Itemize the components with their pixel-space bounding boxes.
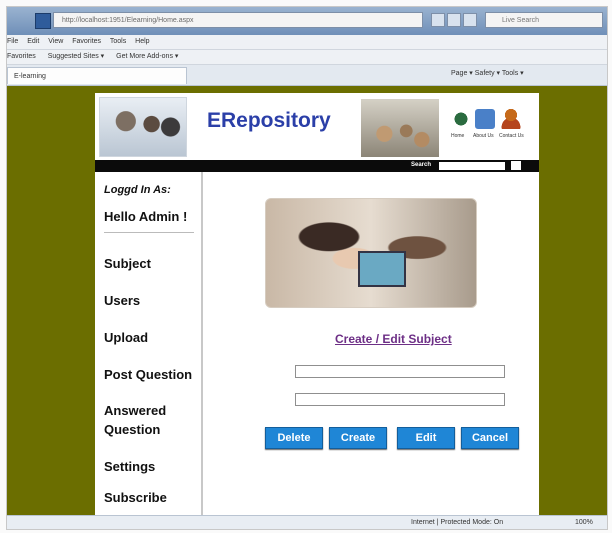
about-link[interactable]: About Us bbox=[473, 133, 494, 139]
sidebar-item-post-question[interactable]: Post Question bbox=[104, 365, 192, 384]
favorites-bar: Favorites Suggested Sites ▾ Get More Add… bbox=[7, 50, 607, 65]
site-search-bar: Search bbox=[95, 160, 539, 172]
address-bar[interactable]: http://localhost:1951/Elearning/Home.asp… bbox=[53, 12, 423, 28]
menu-edit[interactable]: Edit bbox=[27, 38, 39, 45]
zoom-level[interactable]: 100% bbox=[575, 516, 593, 529]
contact-icon[interactable] bbox=[501, 109, 521, 129]
sidebar-item-upload[interactable]: Upload bbox=[104, 328, 148, 347]
site-header: ERepository Home About Us Contact Us bbox=[95, 93, 539, 160]
greeting: Hello Admin ! bbox=[104, 209, 188, 224]
subject-description-field[interactable] bbox=[295, 393, 505, 406]
site-search-input[interactable] bbox=[439, 162, 505, 170]
about-icon[interactable] bbox=[475, 109, 495, 129]
logged-in-label: Loggd In As: bbox=[104, 184, 171, 196]
site-brand: ERepository bbox=[207, 109, 331, 132]
security-zone: Internet | Protected Mode: On bbox=[411, 519, 504, 526]
tab-bar: E-learning Page ▾ Safety ▾ Tools ▾ bbox=[7, 65, 607, 86]
favorites-item[interactable]: Favorites bbox=[7, 53, 36, 60]
addons-item[interactable]: Get More Add-ons ▾ bbox=[116, 53, 178, 60]
browser-titlebar: http://localhost:1951/Elearning/Home.asp… bbox=[7, 7, 607, 35]
header-photo-classroom bbox=[361, 99, 439, 157]
delete-button[interactable]: Delete bbox=[265, 427, 323, 449]
home-link[interactable]: Home bbox=[451, 133, 464, 139]
page-tools[interactable]: Page ▾ Safety ▾ Tools ▾ bbox=[451, 69, 524, 77]
browser-search-input[interactable]: Live Search bbox=[485, 12, 603, 28]
contact-link[interactable]: Contact Us bbox=[499, 133, 524, 139]
sidebar-item-subject[interactable]: Subject bbox=[104, 254, 151, 273]
sidebar-item-users[interactable]: Users bbox=[104, 291, 140, 310]
header-photo-team bbox=[99, 97, 187, 157]
refresh-icon[interactable] bbox=[431, 13, 445, 27]
menu-file[interactable]: File bbox=[7, 38, 18, 45]
browser-statusbar: Internet | Protected Mode: On 100% bbox=[7, 515, 607, 529]
search-label: Search bbox=[411, 162, 432, 168]
browser-window: http://localhost:1951/Elearning/Home.asp… bbox=[6, 6, 608, 530]
search-go-icon[interactable] bbox=[511, 161, 521, 170]
close-tab-icon[interactable] bbox=[463, 13, 477, 27]
menu-help[interactable]: Help bbox=[135, 38, 149, 45]
create-button[interactable]: Create bbox=[329, 427, 387, 449]
sidebar-item-subscribe[interactable]: Subscribe bbox=[104, 488, 167, 507]
cancel-button[interactable]: Cancel bbox=[461, 427, 519, 449]
back-icon[interactable] bbox=[35, 13, 51, 29]
main-photo-students bbox=[265, 198, 477, 308]
sidebar: Loggd In As: Hello Admin ! Subject Users… bbox=[95, 172, 203, 521]
sidebar-item-settings[interactable]: Settings bbox=[104, 457, 155, 476]
tab-elearning[interactable]: E-learning bbox=[7, 67, 187, 84]
stop-icon[interactable] bbox=[447, 13, 461, 27]
laptop-screen bbox=[358, 251, 406, 287]
menu-view[interactable]: View bbox=[48, 38, 63, 45]
home-icon[interactable] bbox=[451, 109, 471, 129]
header-icon-group: Home About Us Contact Us bbox=[447, 103, 539, 153]
sidebar-divider bbox=[104, 232, 194, 233]
web-page: ERepository Home About Us Contact Us Sea… bbox=[95, 93, 539, 521]
subject-name-field[interactable] bbox=[295, 365, 505, 378]
sidebar-item-answered-question[interactable]: Answered Question bbox=[104, 401, 194, 439]
menu-favorites[interactable]: Favorites bbox=[72, 38, 101, 45]
menu-bar: File Edit View Favorites Tools Help bbox=[7, 35, 607, 50]
edit-button[interactable]: Edit bbox=[397, 427, 455, 449]
menu-tools[interactable]: Tools bbox=[110, 38, 126, 45]
suggested-sites-item[interactable]: Suggested Sites ▾ bbox=[48, 53, 104, 60]
create-edit-subject-link[interactable]: Create / Edit Subject bbox=[335, 332, 452, 346]
